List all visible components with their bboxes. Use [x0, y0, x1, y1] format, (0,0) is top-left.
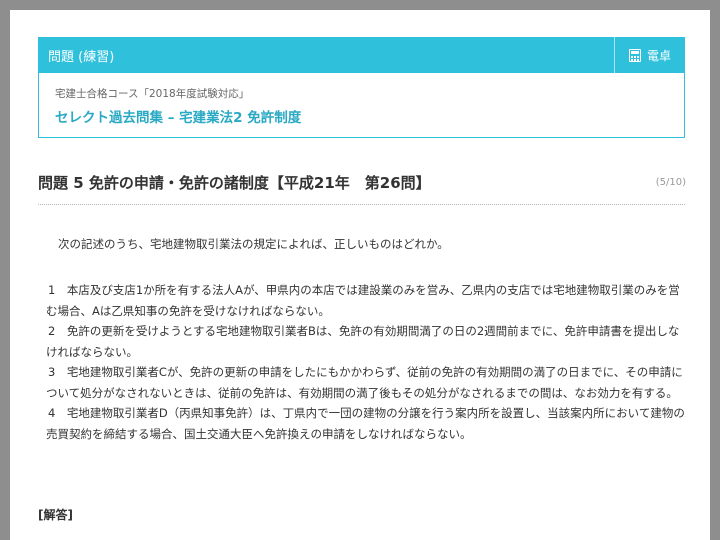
question-text: 次の記述のうち、宅地建物取引業法の規定によれば、正しいものはどれか。 — [58, 237, 449, 251]
divider — [38, 204, 685, 205]
header-title: 問題 (練習) — [48, 49, 115, 65]
question-progress: (5/10) — [655, 177, 686, 188]
course-info-box: 宅建士合格コース「2018年度試験対応」 セレクト過去問集 – 宅建業法2 免許… — [38, 73, 685, 138]
options-list: 1 本店及び支店1か所を有する法人Aが、甲県内の本店では建設業のみを営み、乙県内… — [46, 280, 686, 444]
header-bar: 問題 (練習) 電卓 — [38, 37, 685, 73]
answer-label: [解答] — [38, 508, 73, 522]
course-title: セレクト過去問集 – 宅建業法2 免許制度 — [55, 110, 302, 126]
option-1: 1 本店及び支店1か所を有する法人Aが、甲県内の本店では建設業のみを営み、乙県内… — [46, 283, 680, 318]
calculator-icon — [628, 48, 641, 62]
calculator-button[interactable]: 電卓 — [613, 37, 685, 73]
calculator-label: 電卓 — [646, 48, 671, 63]
page: 問題 (練習) 電卓 宅建士合格コース「2018年度試験対応」 セレクト過去問集… — [10, 10, 710, 540]
question-title: 問題 5 免許の申請・免許の諸制度【平成21年 第26問】 — [38, 174, 431, 192]
option-2: 2 免許の更新を受けようとする宅地建物取引業者Bは、免許の有効期間満了の日の2週… — [46, 324, 680, 359]
option-4: 4 宅地建物取引業者D（丙県知事免許）は、丁県内で一団の建物の分譲を行う案内所を… — [46, 406, 685, 441]
course-name: 宅建士合格コース「2018年度試験対応」 — [55, 88, 250, 100]
option-3: 3 宅地建物取引業者Cが、免許の更新の申請をしたにもかかわらず、従前の免許の有効… — [46, 365, 683, 400]
